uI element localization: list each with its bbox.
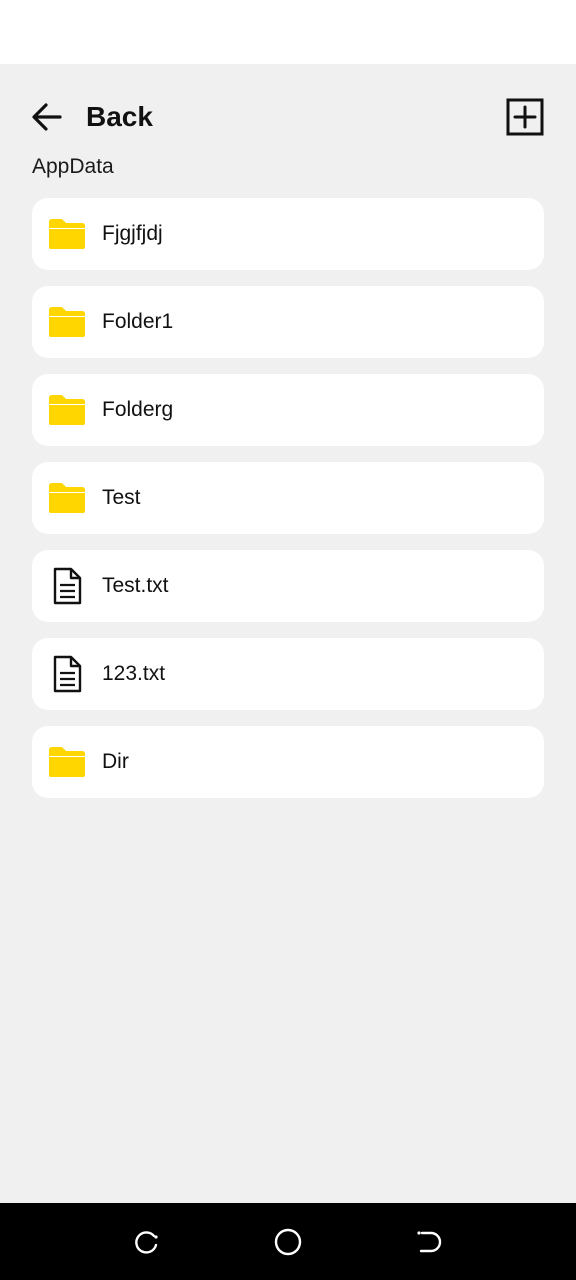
recent-apps-icon — [135, 1231, 158, 1254]
file-row[interactable]: 123.txt — [32, 638, 544, 710]
folder-row[interactable]: Fjgjfjdj — [32, 198, 544, 270]
item-name: Fjgjfjdj — [102, 222, 163, 245]
item-name: Folderg — [102, 398, 174, 421]
item-name: Dir — [102, 750, 129, 773]
home-circle-icon — [274, 1228, 302, 1256]
header: Back — [0, 64, 576, 160]
system-back-icon — [417, 1231, 442, 1253]
file-list: Fjgjfjdj Folder1 Folderg Test Test.txt 123.tx… — [32, 198, 544, 814]
add-button[interactable] — [506, 98, 544, 136]
folder-row[interactable]: Test — [32, 462, 544, 534]
back-button[interactable]: Back — [30, 96, 153, 138]
folder-icon — [48, 211, 86, 257]
item-name: Test.txt — [102, 574, 169, 597]
document-icon — [48, 651, 86, 697]
recent-apps-button[interactable] — [132, 1227, 162, 1257]
document-icon — [48, 563, 86, 609]
back-label: Back — [86, 101, 153, 132]
folder-icon — [48, 299, 86, 345]
folder-icon — [48, 387, 86, 433]
current-path: AppData — [32, 155, 114, 178]
item-name: 123.txt — [102, 662, 166, 685]
system-nav-bar — [0, 1203, 576, 1280]
item-name: Folder1 — [102, 310, 174, 333]
file-row[interactable]: Test.txt — [32, 550, 544, 622]
folder-row[interactable]: Folder1 — [32, 286, 544, 358]
folder-row[interactable]: Folderg — [32, 374, 544, 446]
item-name: Test — [102, 486, 141, 509]
arrow-left-icon — [32, 103, 62, 131]
folder-row[interactable]: Dir — [32, 726, 544, 798]
system-back-button[interactable] — [413, 1227, 443, 1257]
home-button[interactable] — [273, 1227, 303, 1257]
status-bar — [0, 0, 576, 64]
folder-icon — [48, 475, 86, 521]
folder-icon — [48, 739, 86, 785]
plus-square-icon — [506, 98, 544, 136]
